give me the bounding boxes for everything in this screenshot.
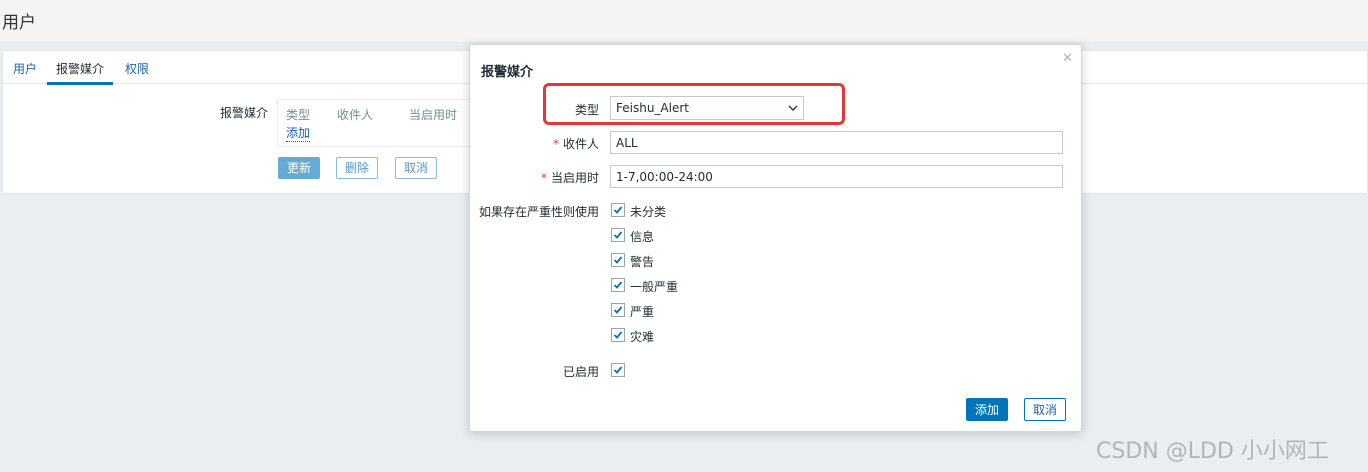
severity-checkbox-warning[interactable] <box>611 253 625 267</box>
check-icon <box>613 256 623 264</box>
update-button[interactable]: 更新 <box>278 157 321 179</box>
media-dialog: 报警媒介 ✕ 类型 Feishu_Alert *收件人 *当启用时 如果存在严重… <box>469 44 1082 432</box>
severity-checkbox-average[interactable] <box>611 278 625 292</box>
type-label: 类型 <box>574 103 599 117</box>
add-button[interactable]: 添加 <box>966 398 1009 421</box>
recipient-input[interactable] <box>610 131 1063 154</box>
severity-label-information: 信息 <box>630 230 655 244</box>
severity-label-disaster: 灾难 <box>630 330 655 344</box>
severity-label-warning: 警告 <box>630 255 655 269</box>
type-select[interactable]: Feishu_Alert <box>610 96 804 120</box>
period-input[interactable] <box>610 165 1063 188</box>
cancel-button[interactable]: 取消 <box>395 157 438 179</box>
period-label: * 当启用时 <box>540 171 599 185</box>
severity-label-average: 一般严重 <box>630 280 679 294</box>
dialog-title: 报警媒介 <box>481 65 534 80</box>
type-select-value: Feishu_Alert <box>616 101 689 115</box>
watermark: CSDN @LDD 小小网工 <box>1096 439 1329 464</box>
column-header-period: 当启用时 <box>409 108 458 122</box>
page-title: 用户 <box>2 13 36 33</box>
dialog-cancel-button[interactable]: 取消 <box>1024 398 1067 421</box>
check-icon <box>613 281 623 289</box>
media-field-label: 报警媒介 <box>220 106 269 120</box>
tab-user[interactable]: 用户 <box>13 60 37 77</box>
tab-permissions[interactable]: 权限 <box>125 60 149 77</box>
tab-media[interactable]: 报警媒介 <box>47 60 114 85</box>
delete-button[interactable]: 删除 <box>336 157 379 179</box>
check-icon <box>613 366 623 374</box>
severity-checkbox-disaster[interactable] <box>611 328 625 342</box>
enabled-label: 已启用 <box>562 365 599 379</box>
close-icon[interactable]: ✕ <box>1062 51 1073 66</box>
media-table: 类型 收件人 当启用时 添加 <box>277 99 478 147</box>
severity-label-unclassified: 未分类 <box>630 205 667 219</box>
severity-checkbox-unclassified[interactable] <box>611 203 625 217</box>
check-icon <box>613 231 623 239</box>
severity-label-high: 严重 <box>630 305 655 319</box>
severity-checkbox-high[interactable] <box>611 303 625 317</box>
check-icon <box>613 306 623 314</box>
check-icon <box>613 206 623 214</box>
enabled-checkbox[interactable] <box>611 363 625 377</box>
page-header: 用户 <box>0 0 1368 43</box>
severity-label: 如果存在严重性则使用 <box>478 205 599 219</box>
severity-checkbox-information[interactable] <box>611 228 625 242</box>
column-header-type: 类型 <box>286 108 311 122</box>
add-media-link[interactable]: 添加 <box>286 124 311 142</box>
chevron-down-icon <box>788 105 798 111</box>
column-header-recipient: 收件人 <box>337 108 374 122</box>
check-icon <box>613 331 623 339</box>
recipient-label: * 收件人 <box>552 137 599 151</box>
